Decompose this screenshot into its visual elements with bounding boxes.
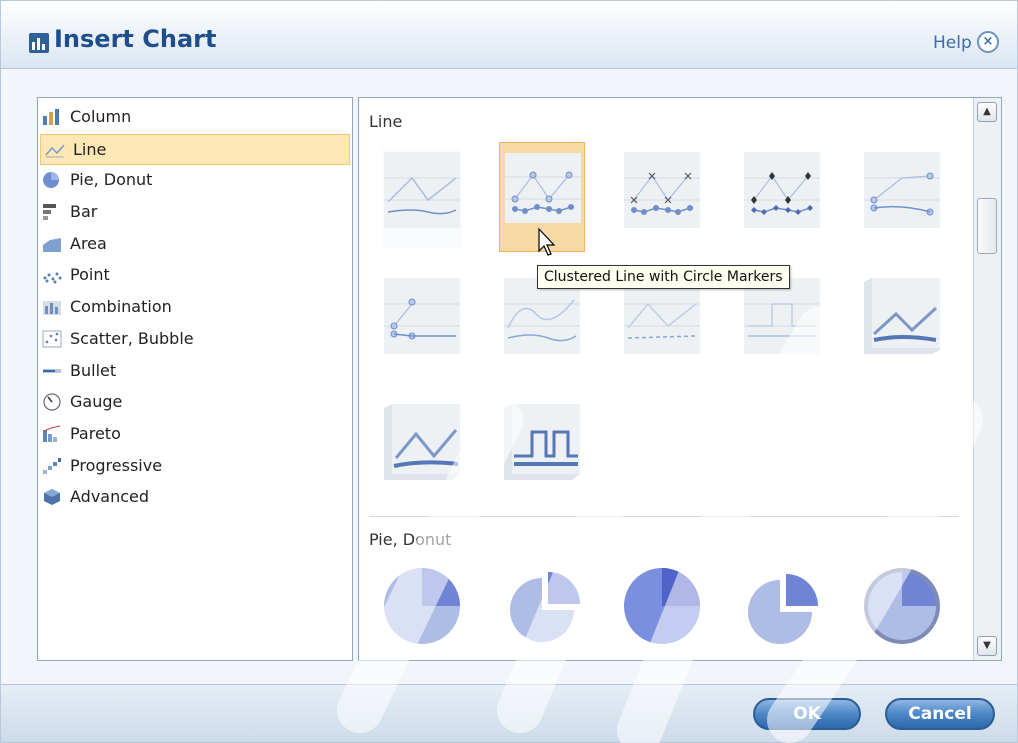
thumb-exploded-pie-2[interactable] [739, 560, 825, 660]
chart-type-pareto[interactable]: Pareto [38, 419, 352, 451]
ok-button[interactable]: OK [753, 698, 861, 730]
gauge-chart-icon [43, 393, 61, 411]
thumb-line[interactable] [379, 144, 465, 254]
exploded-pie-icon [510, 572, 580, 642]
thumb-pie-shaded[interactable] [619, 560, 705, 660]
chart-type-point[interactable]: Point [38, 260, 352, 292]
thumb-line-circle[interactable] [379, 270, 465, 380]
chart-type-list: Column Line Pie, Donut Bar Area Point Co… [37, 97, 353, 661]
chart-type-line[interactable]: Line [40, 133, 350, 166]
chart-type-label: Point [70, 265, 110, 285]
chart-type-label: Advanced [70, 487, 150, 507]
chart-gallery: Line Pie, Donut ▲ ▼ [358, 97, 1002, 661]
insert-chart-dialog: Insert Chart Help × Column Line Pie, Don… [0, 0, 1018, 743]
point-chart-icon [43, 272, 62, 284]
close-icon[interactable]: × [977, 31, 999, 53]
3d-step-line-icon [504, 404, 580, 480]
thumb-clustered-line-diamond[interactable] [739, 144, 825, 254]
clustered-line-x-icon [624, 152, 700, 228]
3d-line-icon [864, 278, 940, 354]
3d-line-icon [384, 404, 460, 480]
thumb-3d-step-line[interactable] [499, 394, 585, 504]
pie-chart-icon [384, 568, 460, 644]
chart-type-label: Progressive [70, 455, 163, 475]
thumb-line-markers[interactable] [859, 144, 945, 254]
mouse-cursor-icon [538, 227, 556, 256]
clustered-line-diamond-icon [744, 152, 820, 228]
curved-line-icon [504, 278, 580, 354]
chart-type-bullet[interactable]: Bullet [38, 356, 352, 388]
chart-type-combination[interactable]: Combination [38, 292, 352, 324]
chart-type-progressive[interactable]: Progressive [38, 451, 352, 483]
column-chart-icon [43, 109, 59, 125]
pie-chart-icon [43, 172, 59, 189]
chart-type-label: Area [70, 233, 107, 253]
chart-type-label: Bar [70, 202, 98, 222]
chart-type-label: Column [70, 107, 132, 126]
dialog-header: Insert Chart Help × [1, 1, 1017, 69]
scatter-chart-icon [42, 330, 62, 348]
chart-type-gauge[interactable]: Gauge [38, 387, 352, 419]
line-circle-icon [384, 278, 460, 354]
advanced-chart-icon [44, 489, 60, 506]
combination-chart-icon [43, 301, 61, 316]
progressive-chart-icon [43, 457, 61, 474]
chart-type-label: Gauge [70, 392, 123, 412]
line-dashed-icon [624, 278, 700, 354]
chart-type-column[interactable]: Column [38, 102, 352, 134]
chart-type-scatter[interactable]: Scatter, Bubble [38, 324, 352, 356]
gallery-scrollbar[interactable]: ▲ ▼ [973, 98, 1001, 660]
help-link[interactable]: Help [933, 33, 972, 53]
chart-type-label: Pareto [70, 423, 121, 443]
chart-type-advanced[interactable]: Advanced [38, 482, 352, 514]
scrollbar-thumb[interactable] [977, 198, 997, 254]
exploded-pie-icon [748, 574, 818, 644]
thumb-exploded-pie[interactable] [499, 560, 585, 660]
line-markers-icon [864, 152, 940, 228]
line-chart-icon [45, 144, 65, 158]
chart-type-label: Line [73, 139, 107, 159]
scroll-down-icon[interactable]: ▼ [977, 636, 997, 656]
pie-chart-icon [624, 568, 700, 644]
thumb-3d-pie[interactable] [859, 560, 945, 660]
thumb-pie[interactable] [379, 560, 465, 660]
tooltip: Clustered Line with Circle Markers [537, 265, 790, 289]
chart-icon [29, 33, 49, 53]
dialog-title: Insert Chart [54, 25, 217, 53]
scroll-up-icon[interactable]: ▲ [977, 102, 997, 122]
cancel-button[interactable]: Cancel [885, 698, 995, 730]
section-divider [369, 516, 959, 517]
thumb-3d-line[interactable] [859, 270, 945, 380]
thumb-clustered-line-x[interactable] [619, 144, 705, 254]
3d-pie-icon [864, 568, 940, 644]
pareto-chart-icon [43, 425, 61, 442]
bullet-chart-icon [43, 368, 61, 373]
line-chart-icon [382, 148, 462, 248]
thumb-3d-line-2[interactable] [379, 394, 465, 504]
chart-type-label: Scatter, Bubble [70, 328, 194, 348]
section-title-line: Line [369, 112, 403, 131]
chart-type-area[interactable]: Area [38, 229, 352, 261]
bar-chart-icon [43, 204, 56, 221]
chart-type-label: Pie, Donut [70, 170, 153, 190]
step-line-icon [744, 278, 820, 354]
chart-type-label: Bullet [70, 360, 117, 380]
dialog-footer: OK Cancel [1, 684, 1017, 742]
chart-type-label: Combination [70, 297, 172, 317]
chart-type-bar[interactable]: Bar [38, 197, 352, 229]
area-chart-icon [43, 237, 61, 252]
chart-type-pie[interactable]: Pie, Donut [38, 165, 352, 197]
section-title-pie: Pie, Donut [369, 530, 452, 549]
